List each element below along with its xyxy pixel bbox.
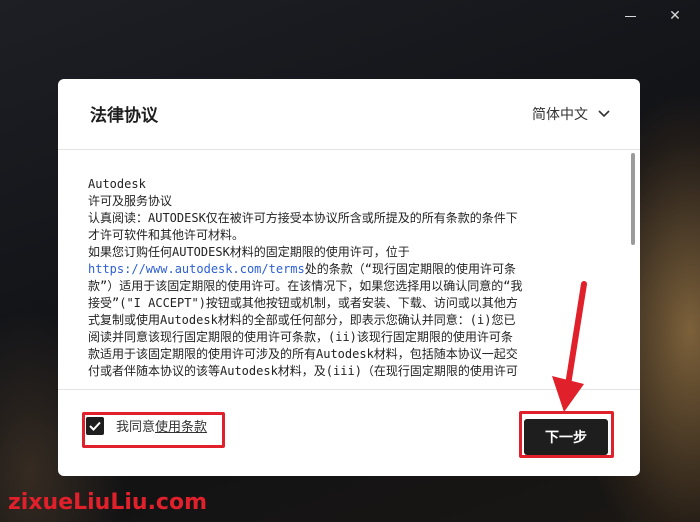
- license-line: 接受”("I ACCEPT")按钮或其他按钮或机制，或者安装、下载、访问或以其他…: [88, 296, 518, 310]
- header-divider: [58, 149, 640, 150]
- license-line: 认真阅读：AUTODESK仅在被许可方接受本协议所含或所提及的所有条款的条件下: [88, 211, 518, 225]
- license-text-area[interactable]: Autodesk 许可及服务协议认真阅读：AUTODESK仅在被许可方接受本协议所…: [88, 176, 628, 389]
- license-line: 如果您订购任何AUTODESK材料的固定期限的使用许可，位于: [88, 245, 410, 259]
- license-line: 付或者伴随本协议的该等Autodesk材料，及(iii)（在现行固定期限的使用许…: [88, 364, 518, 378]
- license-line: 才许可软件和其他许可材料。: [88, 228, 245, 242]
- license-scrollbar[interactable]: [631, 153, 635, 245]
- chevron-down-icon: [598, 110, 610, 118]
- language-selector-value: 简体中文: [532, 107, 588, 123]
- license-line: https://www.autodesk.com/terms处的条款（“现行固定…: [88, 262, 516, 276]
- license-line: Autodesk: [88, 177, 146, 191]
- license-text: Autodesk 许可及服务协议认真阅读：AUTODESK仅在被许可方接受本协议所…: [88, 176, 598, 380]
- close-button[interactable]: ✕: [660, 4, 690, 28]
- highlight-agree-box: [82, 412, 225, 448]
- minimize-button[interactable]: [615, 4, 645, 28]
- license-line: 许可及服务协议: [88, 194, 173, 208]
- language-selector[interactable]: 简体中文: [532, 104, 610, 124]
- close-icon: ✕: [669, 8, 681, 24]
- watermark-text: zixueLiuLiu.com: [8, 490, 207, 515]
- license-line: 款适用于该固定期限的使用许可涉及的所有Autodesk材料，包括随本协议一起交: [88, 347, 518, 361]
- license-line: 款”）适用于该固定期限的使用许可。在该情况下，如果您选择用以确认同意的“我: [88, 279, 523, 293]
- license-line: 式复制或使用Autodesk材料的全部或任何部分，即表示您确认并同意：(i)您已: [88, 313, 516, 327]
- terms-url-link[interactable]: https://www.autodesk.com/terms: [88, 262, 305, 276]
- license-line: 阅读并同意该现行固定期限的使用许可条款，(ii)该现行固定期限的使用许可条: [88, 330, 513, 344]
- red-arrow-annotation: [552, 281, 587, 412]
- dialog-title: 法律协议: [90, 106, 158, 126]
- minimize-icon: [624, 15, 636, 17]
